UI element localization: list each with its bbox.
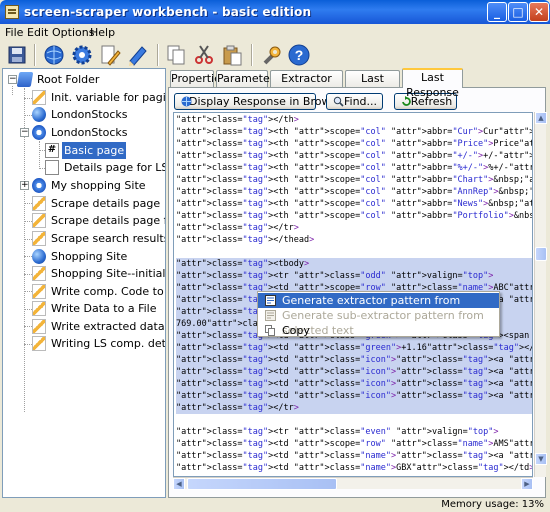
script-icon [32, 196, 46, 211]
magnifier-icon [333, 96, 344, 107]
scroll-right-button[interactable]: ▶ [521, 478, 533, 490]
edit-page-icon[interactable] [98, 43, 122, 67]
tab-last-request[interactable]: Last Request [345, 70, 400, 100]
scroll-down-button[interactable]: ▼ [535, 453, 547, 465]
scraping-session-icon [32, 178, 46, 193]
code-line: "attr">class="tag"><th "attr">scope="col… [176, 163, 532, 173]
code-line: "attr">class="tag"><td "attr">class="ico… [176, 366, 532, 378]
app-icon [5, 5, 19, 19]
menu-help[interactable]: Help [90, 26, 115, 39]
tab-parameters[interactable]: Parameters [216, 70, 280, 87]
code-line: "attr">class="tag"></thead> [176, 235, 315, 245]
context-menu: Generate extractor pattern from selected… [257, 291, 500, 337]
generate-extractor-pattern-item[interactable]: Generate extractor pattern from selected… [258, 293, 499, 322]
script-icon [32, 284, 46, 299]
help-icon[interactable]: ? [287, 43, 311, 67]
code-line: "attr">class="tag"><th "attr">scope="col… [176, 139, 533, 149]
code-line: "attr">class="tag"><td "attr">scope="row… [176, 439, 532, 449]
tab-extractor-patterns[interactable]: Extractor Patterns [270, 70, 343, 100]
save-icon[interactable] [5, 43, 29, 67]
scrapeable-file-icon: # [45, 143, 59, 158]
horizontal-scroll-thumb[interactable] [187, 478, 337, 490]
horizontal-scrollbar[interactable]: ◀ ▶ [173, 477, 533, 490]
status-bar: Memory usage: 13% [0, 498, 550, 512]
collapse-londonstocks-toggle[interactable]: − [20, 128, 29, 137]
scraping-session-icon [32, 125, 46, 140]
gear-icon[interactable] [70, 43, 94, 67]
generate-sub-extractor-pattern-item[interactable]: Generate sub-extractor pattern from sele… [258, 308, 499, 337]
script-icon [32, 213, 46, 228]
code-line: "attr">class="tag"><td "attr">class="nam… [176, 451, 532, 461]
memory-usage: Memory usage: 13% [441, 499, 544, 510]
close-button[interactable]: ✕ [529, 2, 549, 22]
code-line: "attr">class="tag"><th "attr">scope="col… [176, 127, 532, 137]
globe-icon [32, 107, 46, 122]
copy-icon [265, 325, 275, 336]
script-icon [32, 336, 46, 351]
cut-icon[interactable] [192, 43, 216, 67]
code-line: "attr">class="tag"></th> [176, 115, 299, 125]
paste-icon[interactable] [220, 43, 244, 67]
script-icon [32, 319, 46, 334]
script-icon [32, 231, 46, 246]
vertical-scrollbar[interactable]: ▲ ▼ [534, 112, 547, 477]
window-title: screen-scraper workbench - basic edition [24, 5, 312, 19]
code-line: "attr">class="tag"><td "attr">class="ico… [176, 390, 532, 402]
tab-properties[interactable]: Properties [170, 70, 227, 87]
menu-bar: File Edit Options Help [0, 24, 550, 40]
sub-extractor-icon [265, 310, 276, 321]
copy-menu-item[interactable]: Copy [258, 323, 499, 338]
code-line: "attr">class="tag"><tr "attr">class="eve… [176, 427, 499, 437]
toolbar: ? [0, 41, 550, 68]
globe-icon [181, 96, 192, 107]
copy-icon[interactable] [164, 43, 188, 67]
code-line: "attr">class="tag"></tr> [176, 402, 532, 414]
code-line: "attr">class="tag"><td "attr">class="ico… [176, 378, 532, 390]
svg-text:?: ? [295, 47, 304, 63]
menu-file[interactable]: File [5, 26, 23, 39]
code-line: "attr">class="tag"><td "attr">class="nam… [176, 463, 532, 473]
expand-shopping-site-toggle[interactable]: + [20, 181, 29, 190]
code-line: "attr">class="tag"><td "attr">class="gre… [176, 342, 532, 354]
code-line: "attr">class="tag"></tr> [176, 223, 299, 233]
wrench-icon[interactable] [259, 43, 283, 67]
collapse-root-toggle[interactable]: − [8, 75, 17, 84]
tab-last-response[interactable]: Last Response [402, 68, 463, 99]
menu-edit[interactable]: Edit [27, 26, 48, 39]
page-icon [45, 160, 59, 175]
display-in-browser-button[interactable]: Display Response in Browser [174, 93, 347, 110]
scroll-up-button[interactable]: ▲ [535, 112, 547, 124]
extractor-icon [265, 295, 276, 306]
folder-icon [16, 72, 34, 87]
menu-options[interactable]: Options [52, 26, 94, 39]
code-line: "attr">class="tag"><tbody> [176, 258, 532, 270]
title-bar: screen-scraper workbench - basic edition… [0, 0, 550, 24]
code-line: "attr">class="tag"><tr "attr">class="odd… [176, 270, 532, 282]
script-icon [32, 301, 46, 316]
code-line: "attr">class="tag"><th "attr">scope="col… [176, 151, 532, 161]
globe-icon [32, 249, 46, 264]
globe-icon[interactable] [42, 43, 66, 67]
code-line: "attr">class="tag"><th "attr">scope="col… [176, 175, 532, 185]
vertical-scroll-thumb[interactable] [535, 247, 547, 261]
code-line: "attr">class="tag"><td "attr">class="ico… [176, 354, 532, 366]
project-tree[interactable]: − Root Folder Init. variable for paging.… [2, 68, 166, 498]
code-line: "attr">class="tag"><th "attr">scope="col… [176, 187, 532, 197]
code-line: "attr">class="tag"><th "attr">scope="col… [176, 199, 533, 209]
scroll-left-button[interactable]: ◀ [173, 478, 185, 490]
write-icon[interactable] [126, 43, 150, 67]
script-icon [32, 90, 46, 105]
code-line: "attr">class="tag"><th "attr">scope="col… [176, 211, 532, 221]
minimize-button[interactable]: _ [487, 2, 507, 22]
maximize-button[interactable]: □ [508, 2, 528, 22]
script-icon [32, 266, 46, 281]
find-button[interactable]: Find... [326, 93, 383, 110]
